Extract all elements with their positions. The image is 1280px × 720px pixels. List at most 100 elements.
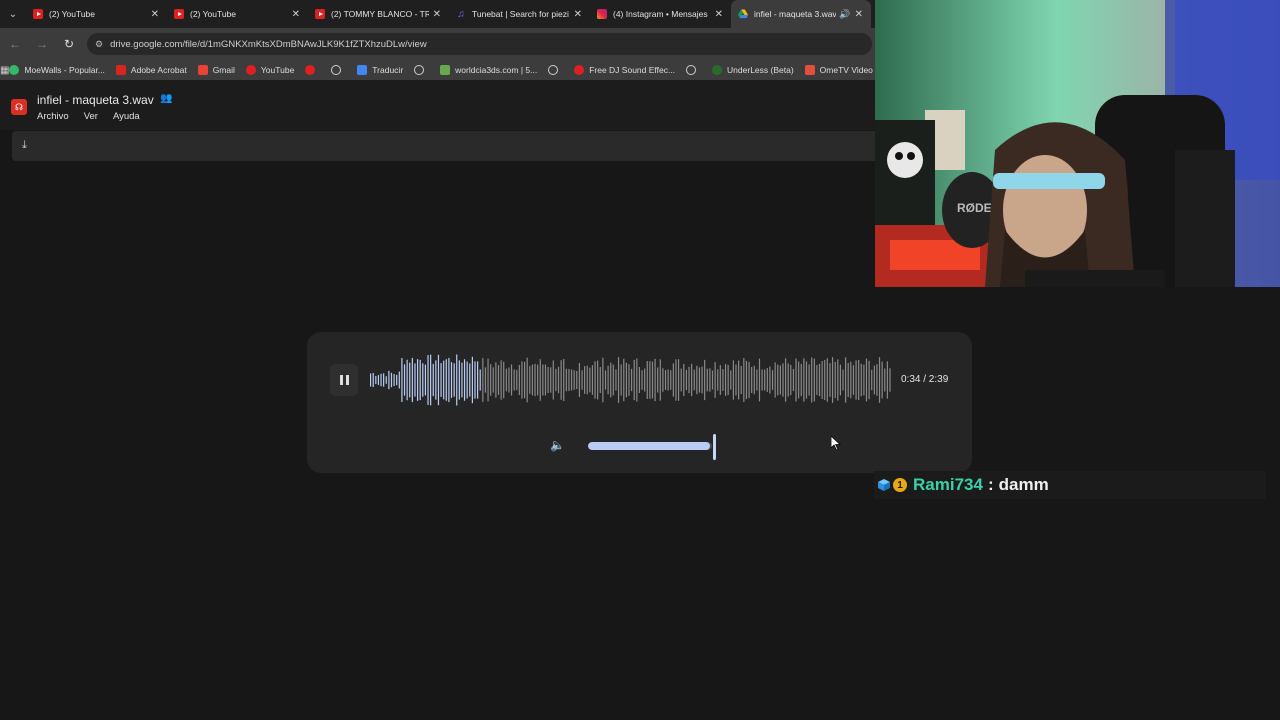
reload-icon[interactable]: ↻ [57,32,81,56]
close-icon[interactable]: ✕ [151,9,159,20]
waveform-bar [756,369,758,391]
waveform-bar [617,357,620,403]
forward-arrow-icon[interactable]: → [30,32,54,56]
globe-icon [548,65,559,75]
waveform-bar [487,358,489,402]
youtube-icon [33,9,43,19]
waveform-bar [777,364,779,396]
tab-youtube-2[interactable]: (2) YouTube ✕ [167,0,308,28]
waveform-bar [500,360,502,400]
close-icon[interactable]: ✕ [715,9,723,20]
waveform-bar [761,369,763,391]
waveform-bar-played [463,359,466,401]
waveform-seek-bar[interactable] [370,350,892,410]
gmail-icon [197,65,208,75]
close-icon[interactable]: ✕ [855,9,863,20]
bookmark-worldcia3ds[interactable]: worldcia3ds.com | 5... [440,65,537,75]
tab-search-chevron-icon[interactable]: ⌄ [0,0,26,28]
back-arrow-icon[interactable]: ← [3,32,27,56]
chat-username: Rami734 [913,475,983,494]
bookmark-label: Traducir [372,65,404,75]
menu-ver[interactable]: Ver [84,111,98,122]
bookmark-adobe-acrobat[interactable]: Adobe Acrobat [115,65,187,75]
waveform-bar [560,360,562,400]
pause-button[interactable] [330,364,358,396]
youtube-icon [174,9,184,19]
waveform-bar [871,369,873,391]
waveform-bar [748,361,750,399]
file-menu: Archivo Ver Ayuda [37,111,140,122]
youtube-icon [574,65,585,75]
waveform-bar [779,365,781,395]
bookmark-label: Adobe Acrobat [130,65,187,75]
bookmark-globe-2[interactable] [414,65,429,75]
waveform-bar [837,359,839,401]
waveform-bar [831,357,834,403]
waveform-bar [839,364,841,396]
shared-people-icon[interactable]: 👥 [160,93,172,104]
waveform-bar [552,360,554,400]
close-icon[interactable]: ✕ [433,9,441,20]
bookmark-gmail[interactable]: Gmail [197,65,235,75]
waveform-bar-played [466,361,468,399]
bookmark-globe-3[interactable] [548,65,563,75]
tab-youtube-1[interactable]: (2) YouTube ✕ [26,0,167,28]
waveform-bar-played [448,357,450,403]
waveform-bar [607,365,609,395]
waveform-bar [654,358,656,402]
waveform-bar [581,370,583,390]
waveform-bar [803,358,805,402]
translate-icon [357,65,368,75]
waveform-bar [771,370,774,390]
waveform-bar [521,361,523,399]
waveform-bar [563,358,565,402]
waveform-bar [886,361,888,399]
bookmark-globe-1[interactable] [331,65,346,75]
close-icon[interactable]: ✕ [292,9,300,20]
tab-label: (2) YouTube [190,9,236,19]
menu-archivo[interactable]: Archivo [37,111,69,122]
bookmark-moewalls[interactable]: MoeWalls - Popular... [9,65,105,75]
waveform-bar-played [390,372,393,388]
volume-slider-track[interactable] [588,442,712,450]
bookmark-traducir[interactable]: Traducir [357,65,403,75]
waveform-bar [599,366,601,394]
apps-grid-icon[interactable]: ▦ [0,65,9,76]
tab-drive-active[interactable]: infiel - maqueta 3.wav 🔊 ✕ [731,0,871,28]
bookmark-youtube-2[interactable] [305,65,320,75]
tab-tunebat[interactable]: ♫ Tunebat | Search for piezi ✕ [449,0,590,28]
waveform-bar-played [416,359,419,401]
screen: ⌄ (2) YouTube ✕ (2) YouTube ✕ (2) TOMMY … [0,0,1280,720]
waveform-bar [628,364,630,396]
bookmark-underless[interactable]: UnderLess (Beta) [712,65,794,75]
waveform-bar [492,367,494,393]
waveform-bar [490,364,492,396]
speaker-icon[interactable]: 🔊 [839,9,850,20]
waveform-bar-played [461,362,463,398]
volume-icon[interactable]: 🔈 [550,438,565,452]
waveform-bar [878,357,881,403]
bookmark-youtube[interactable]: YouTube [245,65,294,75]
tab-strip: ⌄ (2) YouTube ✕ (2) YouTube ✕ (2) TOMMY … [0,0,875,28]
tab-label: (4) Instagram • Mensajes [613,9,708,19]
waveform-bar [863,364,865,396]
menu-ayuda[interactable]: Ayuda [113,111,140,122]
url-text: drive.google.com/file/d/1mGNKXmKtsXDmBNA… [110,38,427,50]
download-icon[interactable]: ⤓ [22,139,27,152]
bookmark-free-dj[interactable]: Free DJ Sound Effec... [574,65,675,75]
site-settings-icon[interactable]: ⚙ [95,39,103,50]
waveform-bar-played [458,360,460,400]
tab-youtube-3[interactable]: (2) TOMMY BLANCO - TR ✕ [308,0,449,28]
waveform-bar [677,359,680,401]
address-bar[interactable]: ⚙ drive.google.com/file/d/1mGNKXmKtsXDmB… [87,33,872,55]
volume-slider-thumb[interactable] [713,434,716,460]
waveform-bar [884,368,886,392]
bookmark-globe-4[interactable] [686,65,701,75]
waveform-bar [649,361,651,399]
waveform-bar [798,361,800,399]
drive-viewer-header: ☊ infiel - maqueta 3.wav 👥 Archivo Ver A… [0,80,875,130]
youtube-icon [315,9,325,19]
close-icon[interactable]: ✕ [574,9,582,20]
waveform-bar [636,358,638,402]
tab-instagram[interactable]: (4) Instagram • Mensajes ✕ [590,0,731,28]
